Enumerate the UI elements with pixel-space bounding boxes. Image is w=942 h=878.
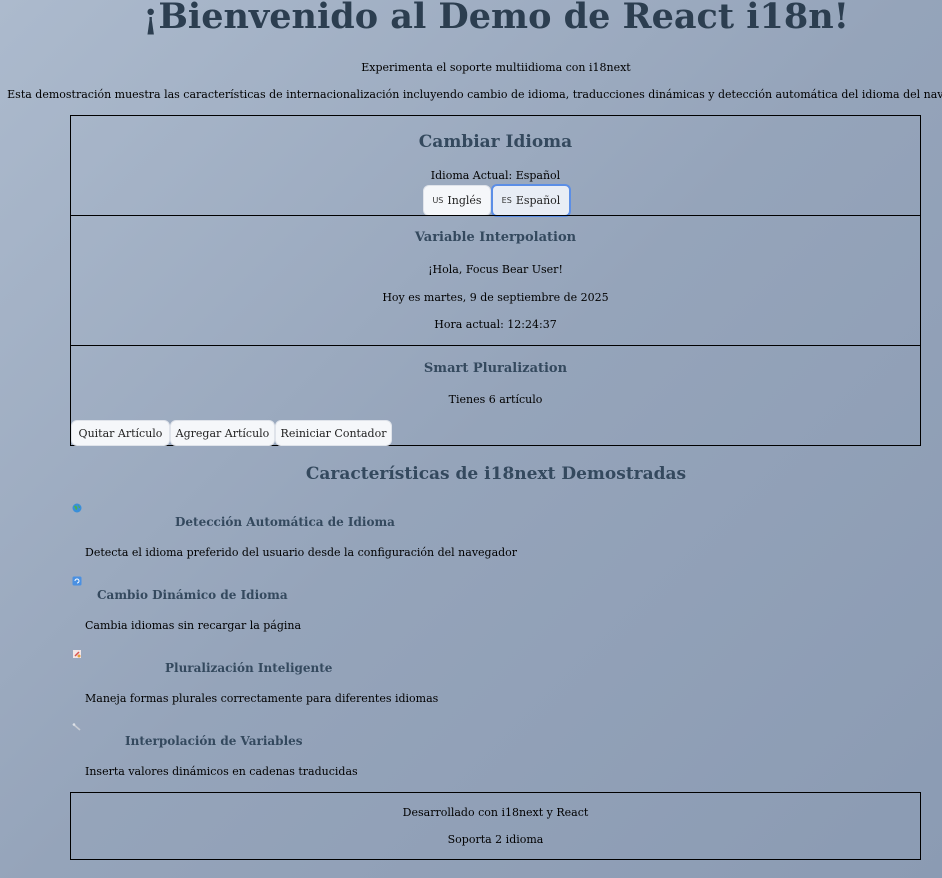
us-flag-icon: US [432, 196, 444, 205]
current-language: Idioma Actual: Español [430, 169, 561, 182]
feature-title-detection: Detección Automática de Idioma [175, 515, 395, 529]
feature-desc-detection: Detecta el idioma preferido del usuario … [85, 546, 518, 559]
refresh-icon [72, 576, 82, 586]
date-text: Hoy es martes, 9 de septiembre de 2025 [382, 291, 609, 304]
english-button-label: Inglés [447, 194, 482, 207]
pluralization-title: Smart Pluralization [423, 361, 568, 376]
page-subtitle: Experimenta el soporte multiidioma con i… [361, 61, 631, 74]
feature-title-plural: Pluralización Inteligente [165, 661, 333, 675]
add-item-button[interactable]: Agregar Artículo [170, 420, 275, 446]
feature-title-interpolation: Interpolación de Variables [125, 734, 303, 748]
page-title: ¡Bienvenido al Demo de React i18n! [142, 0, 850, 37]
language-section-title: Cambiar Idioma [418, 132, 573, 152]
time-text: Hora actual: 12:24:37 [434, 318, 557, 331]
interpolation-section: Variable Interpolation ¡Hola, Focus Bear… [70, 215, 921, 346]
features-title: Características de i18next Demostradas [305, 464, 687, 484]
pluralization-section: Smart Pluralization Tienes 6 artículo Qu… [70, 345, 921, 446]
feature-desc-dynamic: Cambia idiomas sin recargar la página [85, 619, 302, 632]
spanish-button[interactable]: ES Español [491, 184, 571, 217]
footer: Desarrollado con i18next y React Soporta… [70, 792, 921, 860]
wrench-icon [72, 723, 81, 731]
remove-item-button[interactable]: Quitar Artículo [71, 420, 170, 446]
footer-supports: Soporta 2 idioma [447, 833, 544, 846]
feature-desc-interpolation: Inserta valores dinámicos en cadenas tra… [85, 765, 358, 778]
numbers-icon [73, 650, 81, 658]
language-section: Cambiar Idioma Idioma Actual: Español US… [70, 115, 921, 217]
reset-counter-button[interactable]: Reiniciar Contador [275, 420, 392, 446]
globe-icon [72, 503, 82, 513]
es-flag-icon: ES [501, 196, 512, 205]
item-count-text: Tienes 6 artículo [448, 393, 543, 406]
page-description: Esta demostración muestra las caracterís… [7, 88, 942, 101]
interpolation-title: Variable Interpolation [414, 230, 577, 245]
feature-desc-plural: Maneja formas plurales correctamente par… [85, 692, 439, 705]
feature-title-dynamic: Cambio Dinámico de Idioma [97, 588, 288, 602]
spanish-button-label: Español [515, 194, 561, 207]
footer-built-with: Desarrollado con i18next y React [402, 806, 589, 819]
greeting-text: ¡Hola, Focus Bear User! [428, 263, 563, 276]
english-button[interactable]: US Inglés [423, 185, 491, 216]
